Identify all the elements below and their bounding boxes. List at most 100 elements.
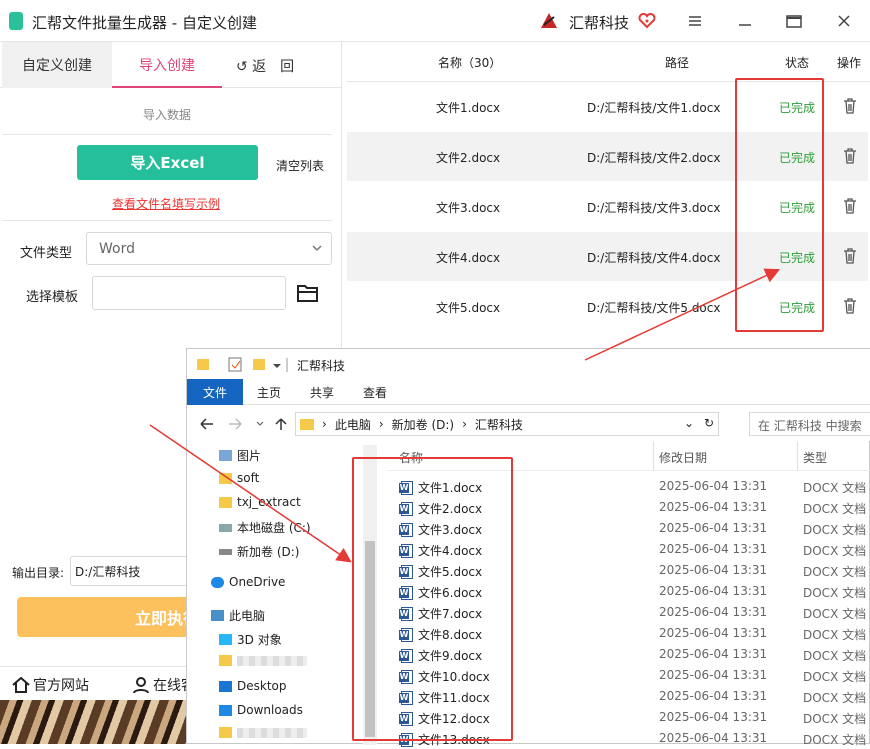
template-input[interactable] <box>92 276 286 310</box>
app-icon <box>9 12 23 30</box>
file-row[interactable]: 文件7.docx 2025-06-04 13:31 DOCX 文档 <box>387 602 870 623</box>
clear-list-button[interactable]: 清空列表 <box>276 157 324 174</box>
file-row[interactable]: 文件3.docx 2025-06-04 13:31 DOCX 文档 <box>387 518 870 539</box>
word-doc-icon <box>399 711 413 726</box>
file-row[interactable]: 文件11.docx 2025-06-04 13:31 DOCX 文档 <box>387 686 870 707</box>
file-row[interactable]: 文件5.docx 2025-06-04 13:31 DOCX 文档 <box>387 560 870 581</box>
file-list-header: 名称 修改日期 类型 <box>387 441 870 471</box>
address-box[interactable]: › 此电脑 › 新加卷 (D:) › 汇帮科技 ⌄ ↻ <box>295 412 719 436</box>
file-row[interactable]: 文件10.docx 2025-06-04 13:31 DOCX 文档 <box>387 665 870 686</box>
window-title: 汇帮文件批量生成器 - 自定义创建 <box>32 14 257 32</box>
file-row[interactable]: 文件8.docx 2025-06-04 13:31 DOCX 文档 <box>387 623 870 644</box>
file-name-text: 文件9.docx <box>418 649 483 663</box>
blurred-text <box>237 655 307 666</box>
tab-custom-create[interactable]: 自定义创建 <box>2 42 112 88</box>
ribbon-tab-file[interactable]: 文件 <box>187 379 243 405</box>
quick-access-toolbar-icon[interactable] <box>197 357 293 373</box>
ribbon-tab-home[interactable]: 主页 <box>257 379 281 405</box>
nav-item-3d-objects[interactable]: 3D 对象 <box>219 631 282 648</box>
ribbon-tab-view[interactable]: 查看 <box>363 379 387 405</box>
nav-item-blurred[interactable] <box>219 727 307 738</box>
col-modified-date[interactable]: 修改日期 <box>659 449 707 466</box>
file-row[interactable]: 文件13.docx 2025-06-04 13:31 DOCX 文档 <box>387 728 870 749</box>
nav-item-desktop[interactable]: Desktop <box>219 679 287 693</box>
file-name: 文件6.docx <box>399 584 483 601</box>
explorer-title-bar: 汇帮科技 <box>187 349 870 379</box>
filename-example-link[interactable]: 查看文件名填写示例 <box>112 195 220 212</box>
heart-icon[interactable] <box>638 12 656 30</box>
word-doc-icon <box>399 501 413 516</box>
row-path: D:/汇帮科技/文件2.docx <box>587 151 721 165</box>
tab-import-create[interactable]: 导入创建 <box>112 42 222 88</box>
file-name-text: 文件6.docx <box>418 586 483 600</box>
file-type-label: 文件类型 <box>20 246 73 261</box>
nav-scrollbar[interactable] <box>363 445 377 745</box>
nav-item-this-pc[interactable]: 此电脑 <box>211 607 265 624</box>
chevron-down-icon[interactable]: ⌄ <box>684 416 694 430</box>
ribbon-tab-share[interactable]: 共享 <box>310 379 334 405</box>
maximize-icon[interactable] <box>779 8 809 34</box>
trash-icon[interactable] <box>843 198 857 214</box>
nav-item-drive-c[interactable]: 本地磁盘 (C:) <box>219 519 311 536</box>
drive-icon <box>219 523 232 532</box>
nav-item-drive-d[interactable]: 新加卷 (D:) <box>219 543 299 560</box>
file-name: 文件8.docx <box>399 626 483 643</box>
folder-open-icon[interactable] <box>296 282 320 304</box>
nav-item-blurred[interactable] <box>219 655 307 666</box>
nav-item-downloads[interactable]: Downloads <box>219 703 303 717</box>
table-row: 文件3.docx D:/汇帮科技/文件3.docx 已完成 <box>347 182 868 232</box>
file-row[interactable]: 文件2.docx 2025-06-04 13:31 DOCX 文档 <box>387 497 870 518</box>
execute-button[interactable]: 立即执行 <box>17 597 197 637</box>
file-name-text: 文件1.docx <box>418 481 483 495</box>
nav-item-onedrive[interactable]: OneDrive <box>211 575 285 589</box>
minimize-icon[interactable] <box>730 8 760 34</box>
breadcrumb-drive-d[interactable]: 新加卷 (D:) <box>392 416 454 433</box>
close-icon[interactable] <box>829 8 859 34</box>
col-file-name[interactable]: 名称 <box>399 449 423 466</box>
menu-icon[interactable] <box>680 8 710 34</box>
file-type: DOCX 文档 <box>803 502 867 516</box>
file-name: 文件3.docx <box>399 521 482 538</box>
file-row[interactable]: 文件1.docx 2025-06-04 13:31 DOCX 文档 <box>387 476 870 497</box>
row-path: D:/汇帮科技/文件3.docx <box>587 201 721 215</box>
output-dir-input[interactable]: D:/汇帮科技 <box>70 556 200 586</box>
breadcrumb-this-pc[interactable]: 此电脑 <box>335 416 371 433</box>
user-icon <box>133 677 149 693</box>
folder-icon <box>219 655 232 666</box>
file-date: 2025-06-04 13:31 <box>659 500 768 514</box>
trash-icon[interactable] <box>843 98 857 114</box>
brand-logo-icon <box>541 13 557 28</box>
file-date: 2025-06-04 13:31 <box>659 479 768 493</box>
nav-label: OneDrive <box>229 575 286 589</box>
back-button[interactable]: ↺ 返 回 <box>236 56 294 76</box>
file-type-select[interactable]: Word <box>86 232 332 265</box>
row-path: D:/汇帮科技/文件1.docx <box>587 101 721 115</box>
nav-item-soft[interactable]: soft <box>219 471 259 485</box>
refresh-icon[interactable]: ↻ <box>704 416 714 430</box>
trash-icon[interactable] <box>843 298 857 314</box>
nav-arrows-icon[interactable] <box>199 417 289 431</box>
trash-icon[interactable] <box>843 148 857 164</box>
scrollbar-thumb[interactable] <box>365 541 375 737</box>
import-excel-button[interactable]: 导入Excel <box>77 145 258 180</box>
file-row[interactable]: 文件6.docx 2025-06-04 13:31 DOCX 文档 <box>387 581 870 602</box>
file-row[interactable]: 文件12.docx 2025-06-04 13:31 DOCX 文档 <box>387 707 870 728</box>
file-row[interactable]: 文件4.docx 2025-06-04 13:31 DOCX 文档 <box>387 539 870 560</box>
nav-label: 图片 <box>237 449 262 463</box>
file-type-value: Word <box>99 241 135 257</box>
word-doc-icon <box>399 522 413 537</box>
trash-icon[interactable] <box>843 248 857 264</box>
official-site-link[interactable]: 官方网站 <box>12 675 89 695</box>
column-divider <box>797 441 798 471</box>
column-divider <box>653 441 654 471</box>
nav-item-txj-extract[interactable]: txj_extract <box>219 495 301 509</box>
nav-item-pictures[interactable]: 图片 <box>219 447 261 464</box>
file-name-text: 文件8.docx <box>418 628 483 642</box>
file-row[interactable]: 文件9.docx 2025-06-04 13:31 DOCX 文档 <box>387 644 870 665</box>
col-file-type[interactable]: 类型 <box>803 449 827 466</box>
breadcrumb-folder[interactable]: 汇帮科技 <box>475 416 523 433</box>
search-input[interactable]: 在 汇帮科技 中搜索 <box>749 412 870 436</box>
word-doc-icon <box>399 627 413 642</box>
nav-label: 此电脑 <box>229 609 266 623</box>
col-name: 名称（30） <box>438 56 502 70</box>
